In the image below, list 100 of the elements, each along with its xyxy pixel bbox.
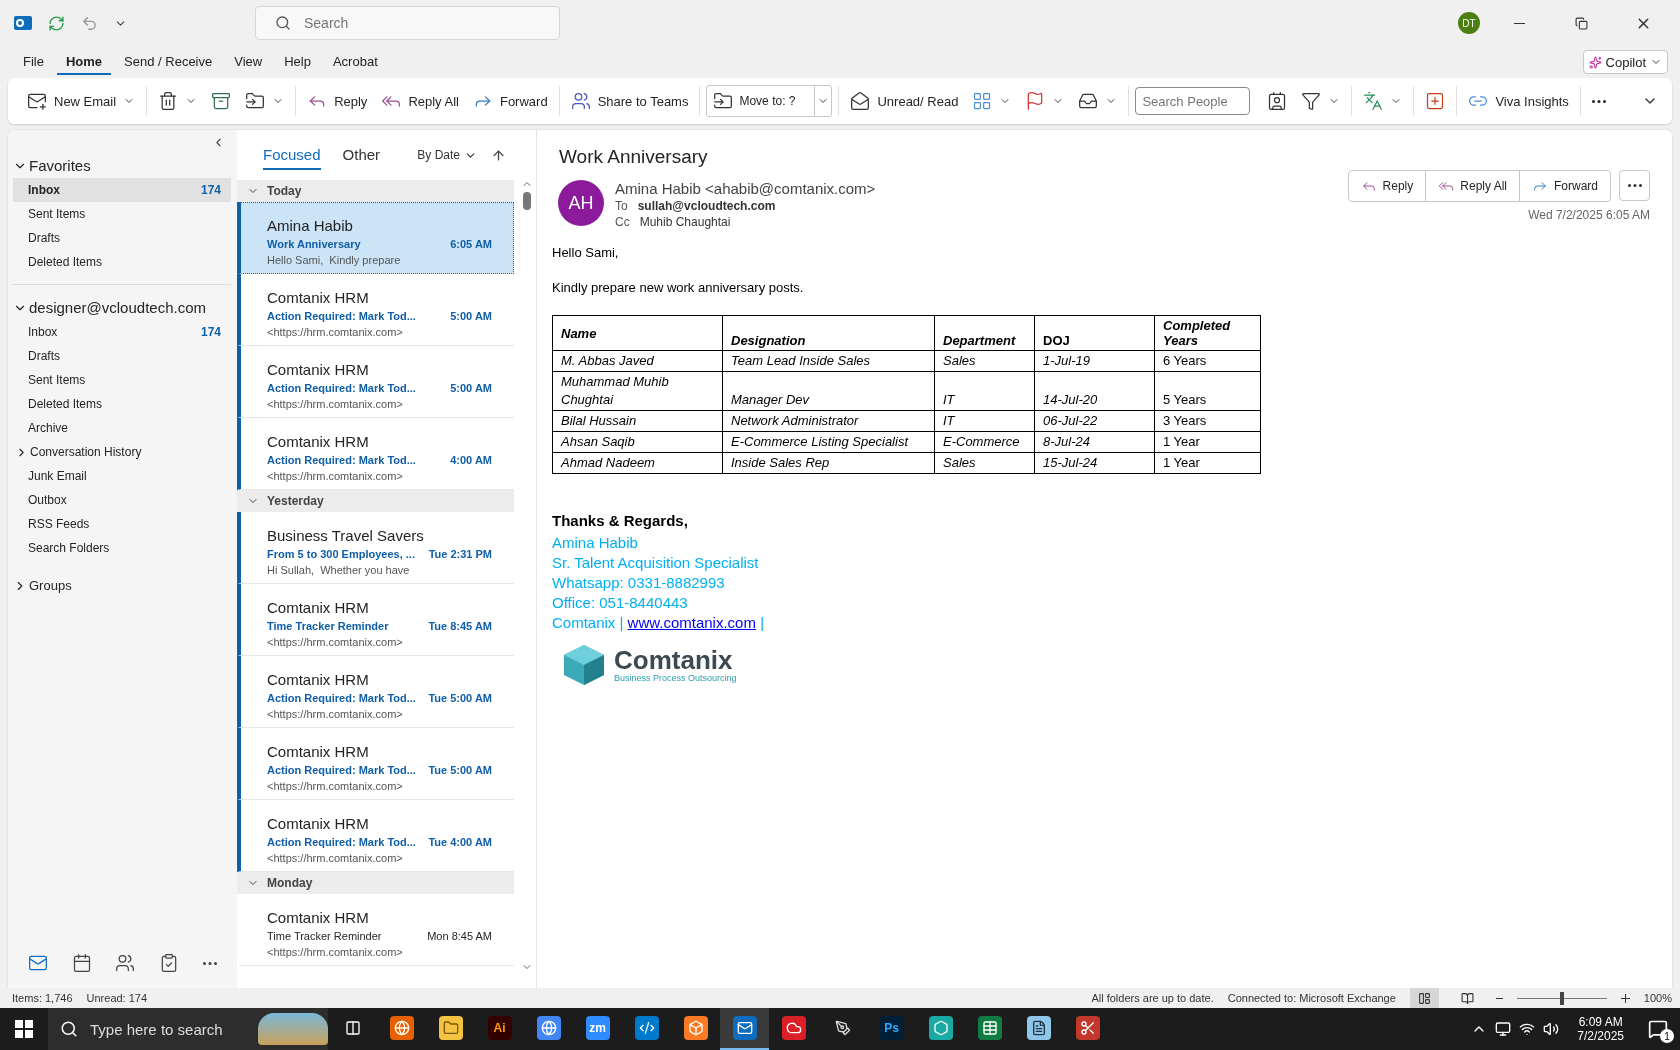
- message-subject: Action Required: Mark Tod...: [267, 453, 416, 468]
- menu-tab[interactable]: Send / Receive: [115, 49, 222, 75]
- folder-name: Inbox: [28, 325, 58, 339]
- closing-text: Thanks & Regards,: [552, 512, 689, 529]
- message-preview: Hello Sami, Kindly prepare: [267, 253, 402, 268]
- sender-avatar: AH: [558, 180, 604, 226]
- folder-section-header[interactable]: Groups: [13, 572, 231, 597]
- table-cell: 1 Year: [1154, 431, 1261, 453]
- clock-time: 6:09 AM: [1578, 1015, 1623, 1029]
- ribbon-button[interactable]: New Email: [22, 86, 141, 116]
- folder-item[interactable]: Outbox: [13, 488, 231, 512]
- ribbon-button[interactable]: Reply All: [376, 86, 464, 116]
- copilot-button[interactable]: Copilot: [1582, 50, 1668, 74]
- message-item[interactable]: Comtanix HRM Time Tracker Reminder Tue 8:45 AM <https://hrm.comtanix.com>: [237, 584, 514, 656]
- logo-tagline: Business Process Outsourcing: [614, 673, 737, 683]
- folder-item[interactable]: Archive: [13, 416, 231, 440]
- status-sync: All folders are up to date.: [1091, 992, 1214, 1004]
- folder-item[interactable]: Sent Items: [13, 202, 231, 226]
- message-sender: Comtanix HRM: [267, 908, 370, 928]
- inbox-tab[interactable]: Other: [342, 140, 381, 170]
- message-time: 6:05 AM: [450, 237, 492, 252]
- message-time: 5:00 AM: [450, 381, 492, 396]
- folder-item[interactable]: Search Folders: [13, 536, 231, 560]
- status-items: Items: 1,746: [12, 992, 73, 1004]
- folder-item[interactable]: Deleted Items: [13, 392, 231, 416]
- folder-item[interactable]: Drafts: [13, 226, 231, 250]
- cc-label: Cc: [615, 215, 630, 229]
- date-group-header[interactable]: Monday: [237, 872, 514, 894]
- move-to-dropdown[interactable]: Move to: ?: [706, 85, 833, 117]
- folder-section-header[interactable]: Favorites: [13, 151, 231, 178]
- message-item[interactable]: Comtanix HRM Action Required: Mark Tod... 5:00 AM <https://hrm.comtanix.com>: [237, 274, 514, 346]
- search-people-field[interactable]: Search People: [1135, 87, 1251, 115]
- ribbon-button[interactable]: Reply: [302, 86, 373, 116]
- message-item[interactable]: Comtanix HRM Action Required: Mark Tod... 5:00 AM <https://hrm.comtanix.com>: [237, 346, 514, 418]
- folder-item[interactable]: RSS Feeds: [13, 512, 231, 536]
- group-label: Monday: [267, 876, 313, 890]
- table-cell: Manager Dev: [722, 371, 935, 411]
- message-preview: <https://hrm.comtanix.com>: [267, 851, 404, 866]
- message-item[interactable]: Business Travel Savers From 5 to 300 Employees, ... Tue 2:31 PM Hi Sullah, Whether you have: [237, 512, 514, 584]
- signature-line: Amina Habib: [552, 533, 639, 553]
- ribbon-button[interactable]: Viva Insights: [1463, 86, 1574, 116]
- message-sender: Business Travel Savers: [267, 526, 425, 546]
- message-item[interactable]: Comtanix HRM Action Required: Mark Tod... 4:00 AM <https://hrm.comtanix.com>: [237, 418, 514, 490]
- message-time: Mon 8:45 AM: [427, 929, 492, 944]
- video-app-icon: zm: [585, 1016, 610, 1040]
- ribbon-button[interactable]: Forward: [467, 86, 553, 116]
- sort-dropdown[interactable]: By Date: [411, 147, 483, 163]
- message-preview: <https://hrm.comtanix.com>: [267, 707, 404, 722]
- taskbar-clock[interactable]: 6:09 AM 7/2/2025: [1567, 1015, 1634, 1043]
- message-subject: Time Tracker Reminder: [267, 929, 382, 944]
- website-link[interactable]: www.comtanix.com: [627, 614, 756, 631]
- taskbar-search-field[interactable]: Type here to search: [90, 1020, 240, 1038]
- taskbar-app-button[interactable]: Ai: [475, 1008, 524, 1050]
- folder-item[interactable]: Conversation History: [13, 440, 231, 464]
- inbox-tab[interactable]: Focused: [263, 140, 321, 170]
- folder-name: Inbox: [28, 183, 60, 197]
- folder-name: Deleted Items: [28, 255, 103, 269]
- message-time: Tue 5:00 AM: [428, 691, 492, 706]
- folder-item[interactable]: Sent Items: [13, 368, 231, 392]
- folder-item[interactable]: Drafts: [13, 344, 231, 368]
- table-cell: 6 Years: [1154, 350, 1261, 372]
- message-item[interactable]: Comtanix HRM Action Required: Mark Tod... Tue 5:00 AM <https://hrm.comtanix.com>: [237, 728, 514, 800]
- message-subject: From 5 to 300 Employees, ...: [267, 547, 415, 562]
- search-field[interactable]: Search: [255, 6, 560, 40]
- ribbon-button[interactable]: Share to Teams: [565, 86, 694, 116]
- message-item[interactable]: Comtanix HRM Action Required: Mark Tod... Tue 5:00 AM <https://hrm.comtanix.com>: [237, 656, 514, 728]
- message-preview: <https://hrm.comtanix.com>: [267, 945, 404, 960]
- message-action-button[interactable]: Reply: [1348, 171, 1427, 201]
- message-time: Tue 4:00 AM: [428, 835, 492, 850]
- folder-item[interactable]: Junk Email: [13, 464, 231, 488]
- menu-tab[interactable]: Help: [275, 49, 320, 75]
- message-item[interactable]: Amina Habib Work Anniversary 6:05 AM Hello Sami, Kindly prepare: [237, 202, 514, 274]
- folder-section-header[interactable]: designer@vcloudtech.com: [13, 293, 231, 320]
- ribbon-button[interactable]: Unread/ Read: [845, 86, 964, 116]
- folder-name: Outbox: [28, 493, 67, 507]
- table-cell: Sales: [934, 452, 1035, 474]
- table-cell: Ahmad Nadeem: [552, 452, 723, 474]
- table-cell: E-Commerce Listing Specialist: [722, 431, 935, 453]
- date-group-header[interactable]: Today: [237, 180, 514, 202]
- menu-tab[interactable]: View: [225, 49, 272, 75]
- message-item[interactable]: Comtanix HRM Action Required: Mark Tod... Tue 4:00 AM <https://hrm.comtanix.com>: [237, 800, 514, 872]
- table-cell: 8-Jul-24: [1034, 431, 1155, 453]
- sender-name: Amina Habib <ahabib@comtanix.com>: [615, 180, 876, 197]
- taskbar-app-button[interactable]: Ps: [867, 1008, 916, 1050]
- menu-tab[interactable]: Acrobat: [323, 49, 387, 75]
- user-avatar[interactable]: DT: [1458, 12, 1480, 34]
- message-action-button[interactable]: Forward: [1520, 171, 1610, 201]
- folder-item[interactable]: Deleted Items: [13, 250, 231, 274]
- folder-item[interactable]: Inbox 174: [13, 320, 231, 344]
- notification-count: 1: [1660, 1029, 1674, 1043]
- notification-button[interactable]: 1: [1642, 1013, 1674, 1045]
- message-sender: Amina Habib: [267, 216, 354, 236]
- date-group-header[interactable]: Yesterday: [237, 490, 514, 512]
- table-cell: Inside Sales Rep: [722, 452, 935, 474]
- menu-tab[interactable]: Home: [56, 49, 112, 75]
- message-sender: Comtanix HRM: [267, 598, 370, 618]
- menu-tab[interactable]: File: [14, 49, 53, 75]
- message-action-button[interactable]: Reply All: [1426, 171, 1520, 201]
- taskbar-search-box[interactable]: Type here to search: [48, 1008, 328, 1050]
- folder-item[interactable]: Inbox 174: [13, 178, 231, 202]
